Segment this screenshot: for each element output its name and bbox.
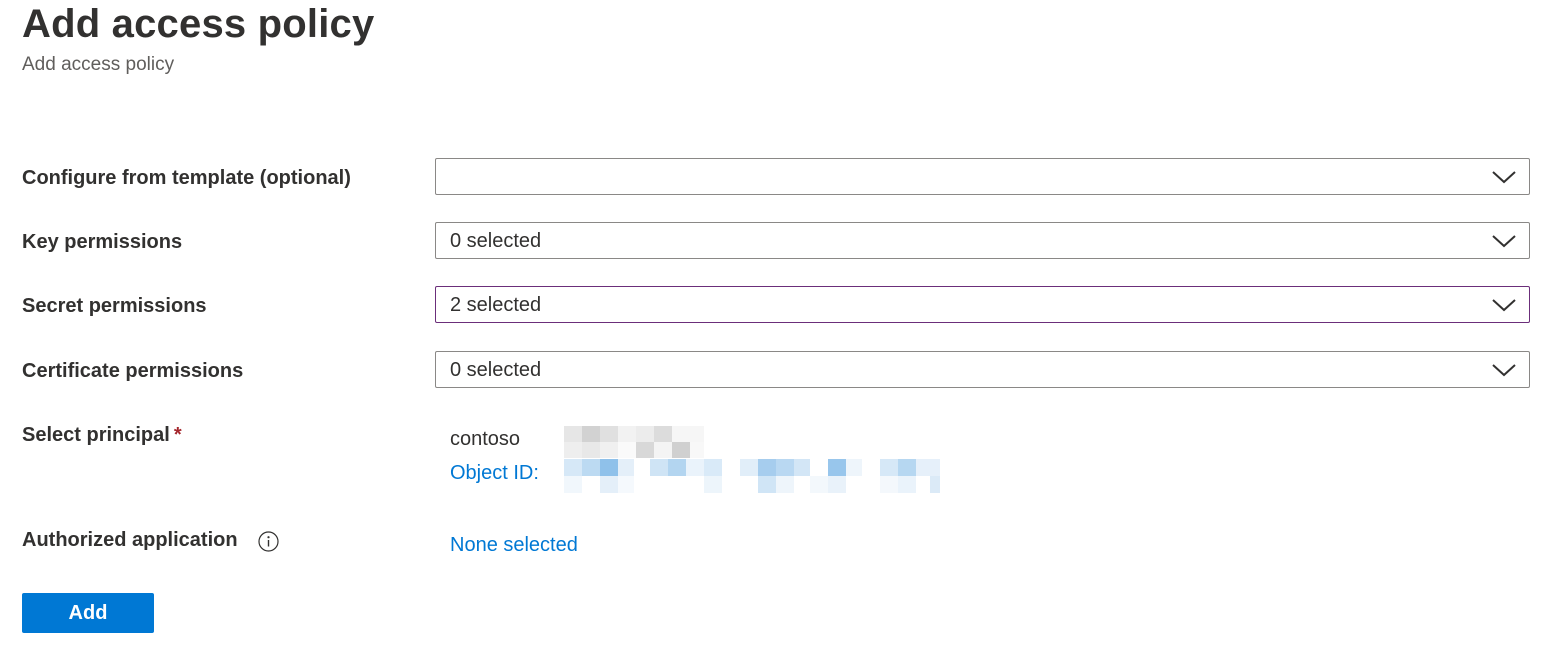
certificate-permissions-value: 0 selected — [450, 359, 542, 381]
add-button[interactable]: Add — [22, 593, 154, 633]
authorized-application-link[interactable]: None selected — [450, 534, 578, 557]
principal-name: contoso — [450, 428, 521, 450]
key-permissions-dropdown[interactable]: 0 selected — [435, 222, 1530, 259]
certificate-permissions-dropdown[interactable]: 0 selected — [435, 351, 1530, 388]
chevron-down-icon — [1492, 364, 1516, 377]
chevron-down-icon — [1492, 171, 1516, 184]
page-subtitle: Add access policy — [22, 54, 175, 75]
object-id-link[interactable]: Object ID: — [450, 462, 539, 485]
secret-permissions-value: 2 selected — [450, 294, 542, 316]
chevron-down-icon — [1492, 299, 1516, 312]
page-title: Add access policy — [22, 2, 375, 46]
select-principal-label-text: Select principal — [22, 424, 170, 446]
redacted-object-id — [544, 458, 940, 493]
info-icon[interactable] — [258, 531, 279, 552]
template-label: Configure from template (optional) — [22, 167, 351, 189]
required-marker: * — [173, 424, 182, 446]
template-dropdown[interactable] — [435, 158, 1530, 195]
secret-permissions-label: Secret permissions — [22, 295, 207, 317]
secret-permissions-dropdown[interactable]: 2 selected — [435, 286, 1530, 323]
key-permissions-value: 0 selected — [450, 230, 542, 252]
authorized-application-label: Authorized application — [22, 529, 238, 551]
select-principal-label: Select principal * — [22, 424, 182, 447]
key-permissions-label: Key permissions — [22, 231, 183, 253]
certificate-permissions-label: Certificate permissions — [22, 360, 244, 382]
chevron-down-icon — [1492, 235, 1516, 248]
redacted-principal-name — [532, 425, 704, 459]
